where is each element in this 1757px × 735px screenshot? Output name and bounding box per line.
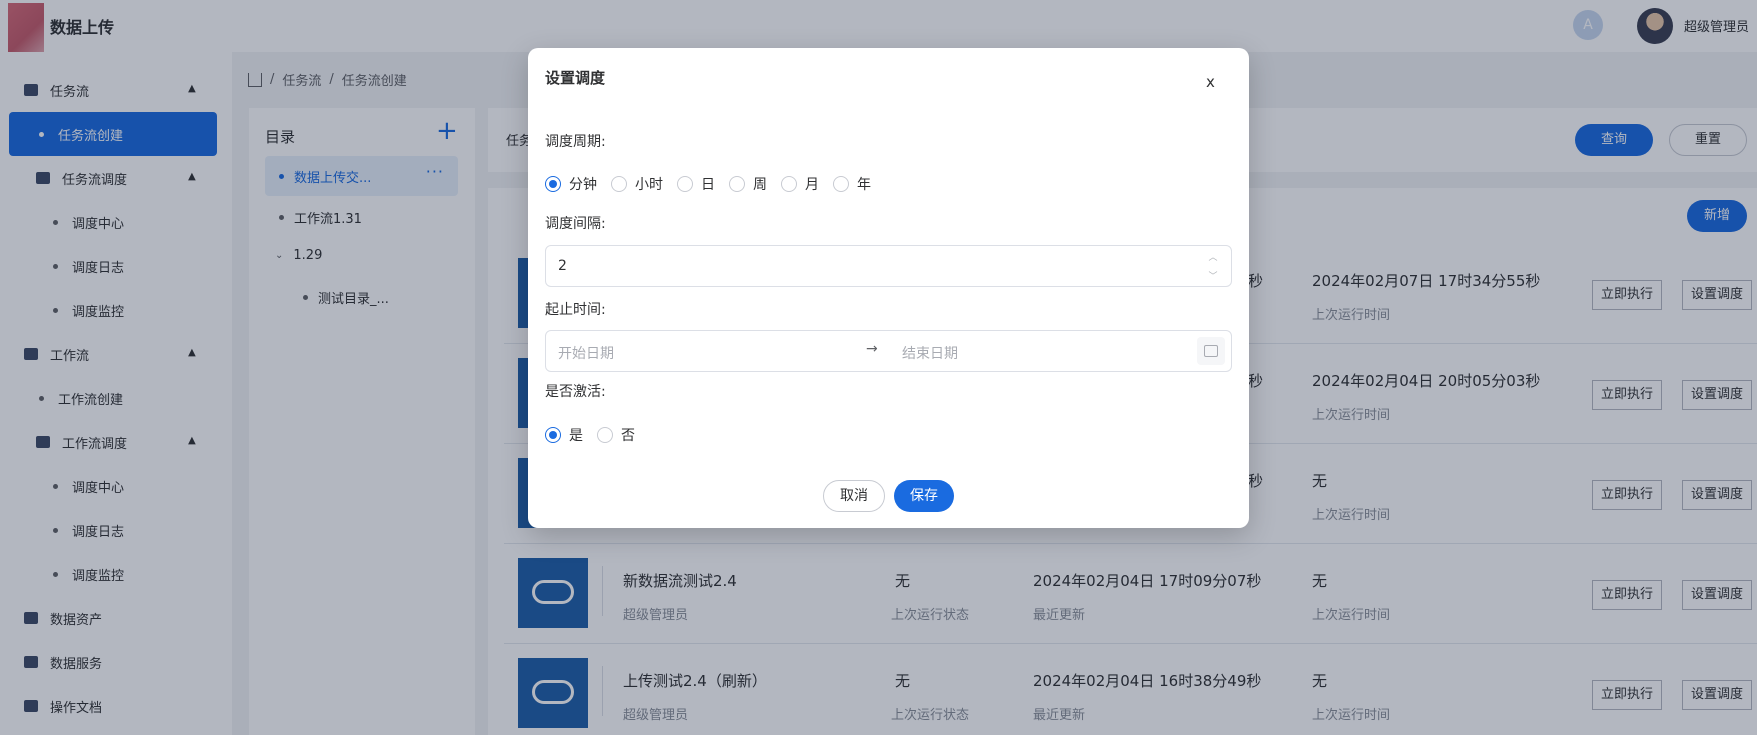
radio-no[interactable]: 否 [597,425,635,445]
period-label: 调度周期: [545,134,606,150]
close-icon[interactable]: x [1206,73,1215,91]
radio-unchecked-icon[interactable] [729,176,745,192]
radio-hour[interactable]: 小时 [611,174,663,194]
radio-month[interactable]: 月 [781,174,819,194]
interval-input[interactable]: 2 ︿ ﹀ [545,245,1232,287]
radio-day[interactable]: 日 [677,174,715,194]
radio-checked-icon[interactable] [545,427,561,443]
radio-yes[interactable]: 是 [545,425,583,445]
chevron-down-icon[interactable]: ﹀ [1208,269,1217,282]
range-label: 起止时间: [545,302,606,318]
number-stepper[interactable]: ︿ ﹀ [1201,250,1225,282]
radio-minute[interactable]: 分钟 [545,174,597,194]
calendar-glyph [1204,345,1218,357]
range-arrow-icon: → [866,341,878,357]
radio-unchecked-icon[interactable] [781,176,797,192]
radio-label: 否 [621,428,635,444]
period-radio-group: 分钟 小时 日 周 月 年 [545,174,885,194]
radio-label: 年 [857,177,871,193]
radio-label: 分钟 [569,177,597,193]
radio-week[interactable]: 周 [729,174,767,194]
radio-label: 是 [569,428,583,444]
radio-unchecked-icon[interactable] [833,176,849,192]
radio-label: 月 [805,177,819,193]
schedule-dialog: 设置调度 x 调度周期: 分钟 小时 日 周 月 年 调度间隔: 2 ︿ ﹀ 起… [528,48,1249,528]
date-range-picker[interactable]: 开始日期 → 结束日期 [545,330,1232,372]
radio-label: 小时 [635,177,663,193]
chevron-up-icon[interactable]: ︿ [1208,250,1217,263]
radio-label: 周 [753,177,767,193]
radio-unchecked-icon[interactable] [611,176,627,192]
interval-label: 调度间隔: [545,216,606,232]
calendar-icon[interactable] [1197,337,1225,365]
end-date-field[interactable]: 结束日期 [902,343,958,363]
radio-unchecked-icon[interactable] [677,176,693,192]
cancel-button[interactable]: 取消 [823,480,885,512]
active-radio-group: 是 否 [545,425,649,445]
radio-year[interactable]: 年 [833,174,871,194]
interval-value: 2 [558,258,567,274]
radio-checked-icon[interactable] [545,176,561,192]
radio-unchecked-icon[interactable] [597,427,613,443]
dialog-title: 设置调度 [545,69,606,87]
radio-label: 日 [701,177,715,193]
active-label: 是否激活: [545,384,606,400]
start-date-field[interactable]: 开始日期 [558,343,614,363]
save-button[interactable]: 保存 [894,480,954,512]
